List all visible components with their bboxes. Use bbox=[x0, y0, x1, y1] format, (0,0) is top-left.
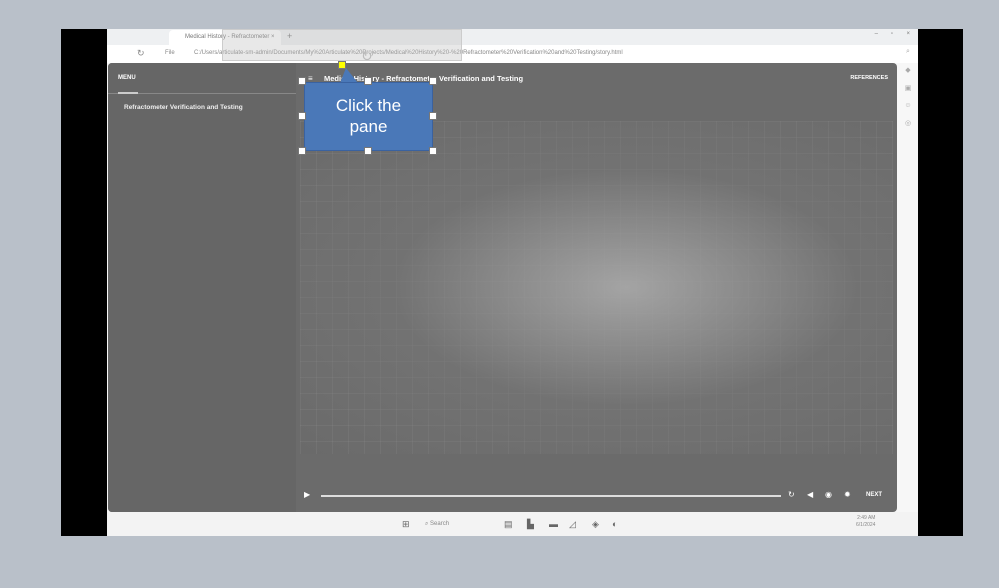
drag-ghost bbox=[222, 29, 462, 61]
app-icon[interactable]: ▬ bbox=[549, 519, 558, 529]
resize-handle[interactable] bbox=[429, 77, 437, 85]
callout-text-1: Click the bbox=[335, 96, 402, 115]
references-button[interactable]: REFERENCES bbox=[850, 75, 888, 81]
play-icon[interactable]: ▶ bbox=[304, 490, 310, 499]
person-icon[interactable]: ☺ bbox=[898, 102, 918, 109]
app-icon[interactable]: ◎ bbox=[898, 119, 918, 127]
callout-pointer bbox=[340, 68, 358, 83]
search-label: Search bbox=[430, 521, 450, 527]
menu-active-indicator bbox=[118, 92, 138, 94]
taskbar-search[interactable]: ⌕ Search bbox=[425, 521, 449, 528]
app-icon[interactable]: ◿ bbox=[569, 519, 576, 530]
volume-icon[interactable]: ◀ bbox=[807, 490, 813, 499]
time: 2:49 AM bbox=[857, 515, 876, 521]
resize-handle[interactable] bbox=[298, 112, 306, 120]
callout-text-2: pane bbox=[349, 117, 388, 136]
storyline-player: MENU Refractometer Verification and Test… bbox=[108, 63, 897, 512]
resize-handle[interactable] bbox=[364, 77, 372, 85]
refresh-icon[interactable]: ↻ bbox=[137, 48, 145, 59]
menu-tab[interactable]: MENU bbox=[118, 75, 136, 81]
resize-handle[interactable] bbox=[298, 147, 306, 155]
resize-handle[interactable] bbox=[298, 77, 306, 85]
start-icon[interactable]: ⊞ bbox=[402, 519, 410, 530]
restore-button[interactable]: ▫ bbox=[891, 31, 893, 37]
date: 6/1/2024 bbox=[856, 522, 876, 528]
tag-icon[interactable]: ◆ bbox=[898, 66, 918, 74]
resize-handle[interactable] bbox=[364, 147, 372, 155]
edge-icon[interactable]: ◐ bbox=[612, 519, 617, 529]
playback-controls: ▶ ↻ ◀ ◉ ✹ NEXT bbox=[296, 488, 897, 504]
resize-handle[interactable] bbox=[429, 112, 437, 120]
file-label: File bbox=[165, 50, 175, 56]
callout-shape[interactable]: Click the pane bbox=[304, 82, 433, 151]
pointer-adjust-handle[interactable] bbox=[338, 61, 346, 69]
settings-icon[interactable]: ✹ bbox=[844, 490, 851, 499]
seekbar[interactable] bbox=[321, 495, 781, 497]
sidebar: MENU Refractometer Verification and Test… bbox=[108, 63, 296, 512]
slide-pane[interactable] bbox=[300, 121, 893, 454]
app-icon[interactable]: ◈ bbox=[592, 519, 599, 530]
resize-handle[interactable] bbox=[429, 147, 437, 155]
next-button[interactable]: NEXT bbox=[866, 492, 882, 498]
minimize-button[interactable]: – bbox=[875, 31, 878, 37]
taskbar: ⊞ ⌕ Search ▤ ▙ ▬ ◿ ◈ ◐ 2:49 AM 6/1/2024 bbox=[107, 512, 918, 536]
folder-icon[interactable]: ▙ bbox=[527, 519, 534, 530]
search-icon[interactable]: ⌕ bbox=[898, 48, 918, 56]
app-icon[interactable]: ▤ bbox=[504, 519, 513, 530]
edge-sidebar: ⌕ ◆ ▣ ☺ ◎ bbox=[898, 34, 918, 512]
clock[interactable]: 2:49 AM 6/1/2024 bbox=[856, 515, 875, 529]
briefcase-icon[interactable]: ▣ bbox=[898, 84, 918, 92]
captions-icon[interactable]: ◉ bbox=[825, 490, 832, 499]
replay-icon[interactable]: ↻ bbox=[788, 490, 795, 499]
menu-item[interactable]: Refractometer Verification and Testing bbox=[124, 104, 243, 111]
rotate-handle-icon[interactable]: ↻ bbox=[361, 48, 373, 65]
